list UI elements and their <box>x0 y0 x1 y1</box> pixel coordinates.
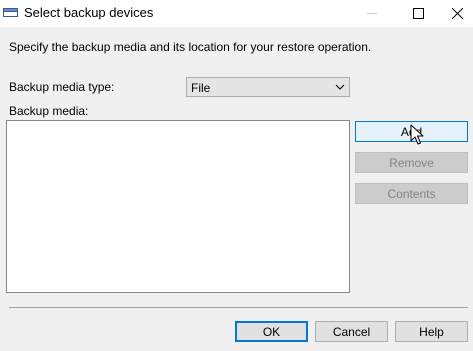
maximize-button[interactable] <box>395 0 441 27</box>
help-button[interactable]: Help <box>395 321 468 342</box>
mouse-pointer-icon <box>410 124 424 145</box>
backup-media-type-value: File <box>191 81 211 95</box>
minimize-button[interactable] <box>349 0 395 27</box>
title-bar: Select backup devices <box>0 0 473 27</box>
dialog-window-icon <box>3 8 18 17</box>
footer-divider <box>9 307 468 308</box>
chevron-down-icon <box>335 84 345 90</box>
backup-media-list[interactable] <box>6 120 350 293</box>
contents-button[interactable]: Contents <box>355 183 468 204</box>
remove-button[interactable]: Remove <box>355 152 468 173</box>
close-button[interactable] <box>441 0 473 27</box>
cancel-button[interactable]: Cancel <box>315 321 388 342</box>
window-title: Select backup devices <box>24 5 154 20</box>
backup-media-label: Backup media: <box>9 104 89 118</box>
backup-media-type-select[interactable]: File <box>186 77 350 97</box>
minimize-icon <box>366 13 377 14</box>
close-icon <box>451 8 463 19</box>
backup-media-type-label: Backup media type: <box>9 80 115 94</box>
instructions-text: Specify the backup media and its locatio… <box>9 40 372 54</box>
maximize-icon <box>412 8 424 19</box>
ok-button[interactable]: OK <box>235 321 308 342</box>
